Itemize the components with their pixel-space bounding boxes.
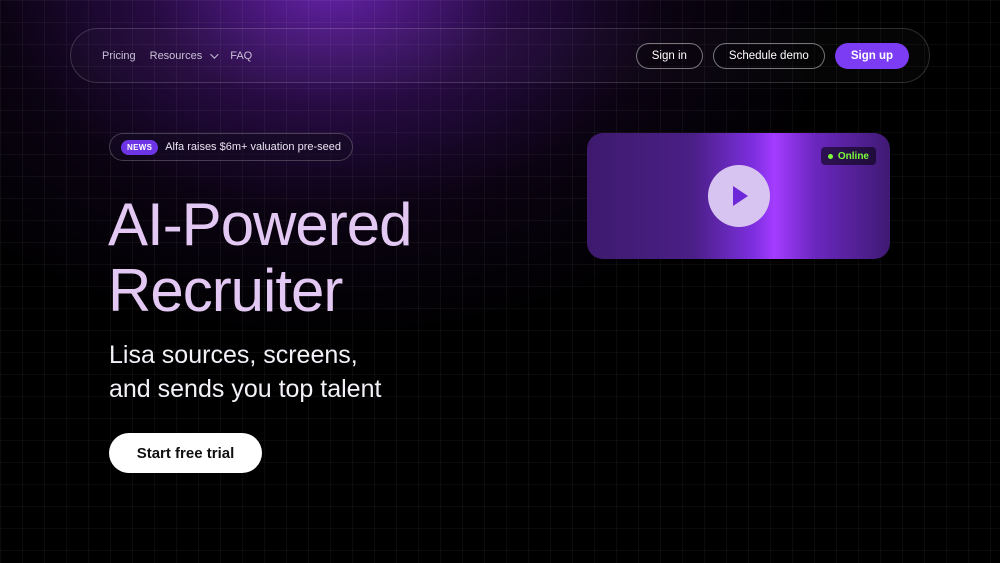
hero-subheadline-line2: and sends you top talent (109, 375, 382, 403)
hero-headline-line1: AI-Powered (108, 191, 412, 258)
status-dot-icon (827, 153, 833, 159)
announcement-text: Alfa raises $6m+ valuation pre-seed (165, 141, 341, 153)
sign-up-button[interactable]: Sign up (834, 42, 909, 69)
demo-video-card[interactable]: Online (587, 133, 890, 259)
play-icon (733, 186, 748, 206)
chevron-down-icon (210, 49, 219, 59)
online-status-label: Online (837, 150, 869, 162)
sign-in-button[interactable]: Sign in (635, 42, 703, 69)
play-button[interactable] (708, 165, 770, 227)
announcement-pill[interactable]: NEWS Alfa raises $6m+ valuation pre-seed (109, 133, 353, 161)
online-status-badge: Online (820, 147, 876, 165)
hero-subheadline-line1: Lisa sources, screens, (109, 341, 358, 369)
start-free-trial-button[interactable]: Start free trial (109, 433, 262, 473)
hero-headline: AI-Powered Recruiter (108, 191, 412, 324)
top-navbar: Pricing Resources FAQ Sign in Schedule d… (70, 28, 930, 83)
hero-subheadline: Lisa sources, screens, and sends you top… (109, 338, 381, 406)
nav-link-resources-label: Resources (149, 49, 203, 62)
nav-actions: Sign in Schedule demo Sign up (635, 42, 909, 69)
news-badge: NEWS (121, 139, 159, 155)
nav-links: Pricing Resources FAQ (102, 50, 252, 62)
hero-headline-line2: Recruiter (108, 257, 343, 324)
schedule-demo-button[interactable]: Schedule demo (712, 42, 825, 69)
nav-link-resources[interactable]: Resources (149, 49, 219, 62)
nav-link-faq[interactable]: FAQ (230, 50, 252, 62)
nav-link-pricing[interactable]: Pricing (102, 50, 136, 62)
